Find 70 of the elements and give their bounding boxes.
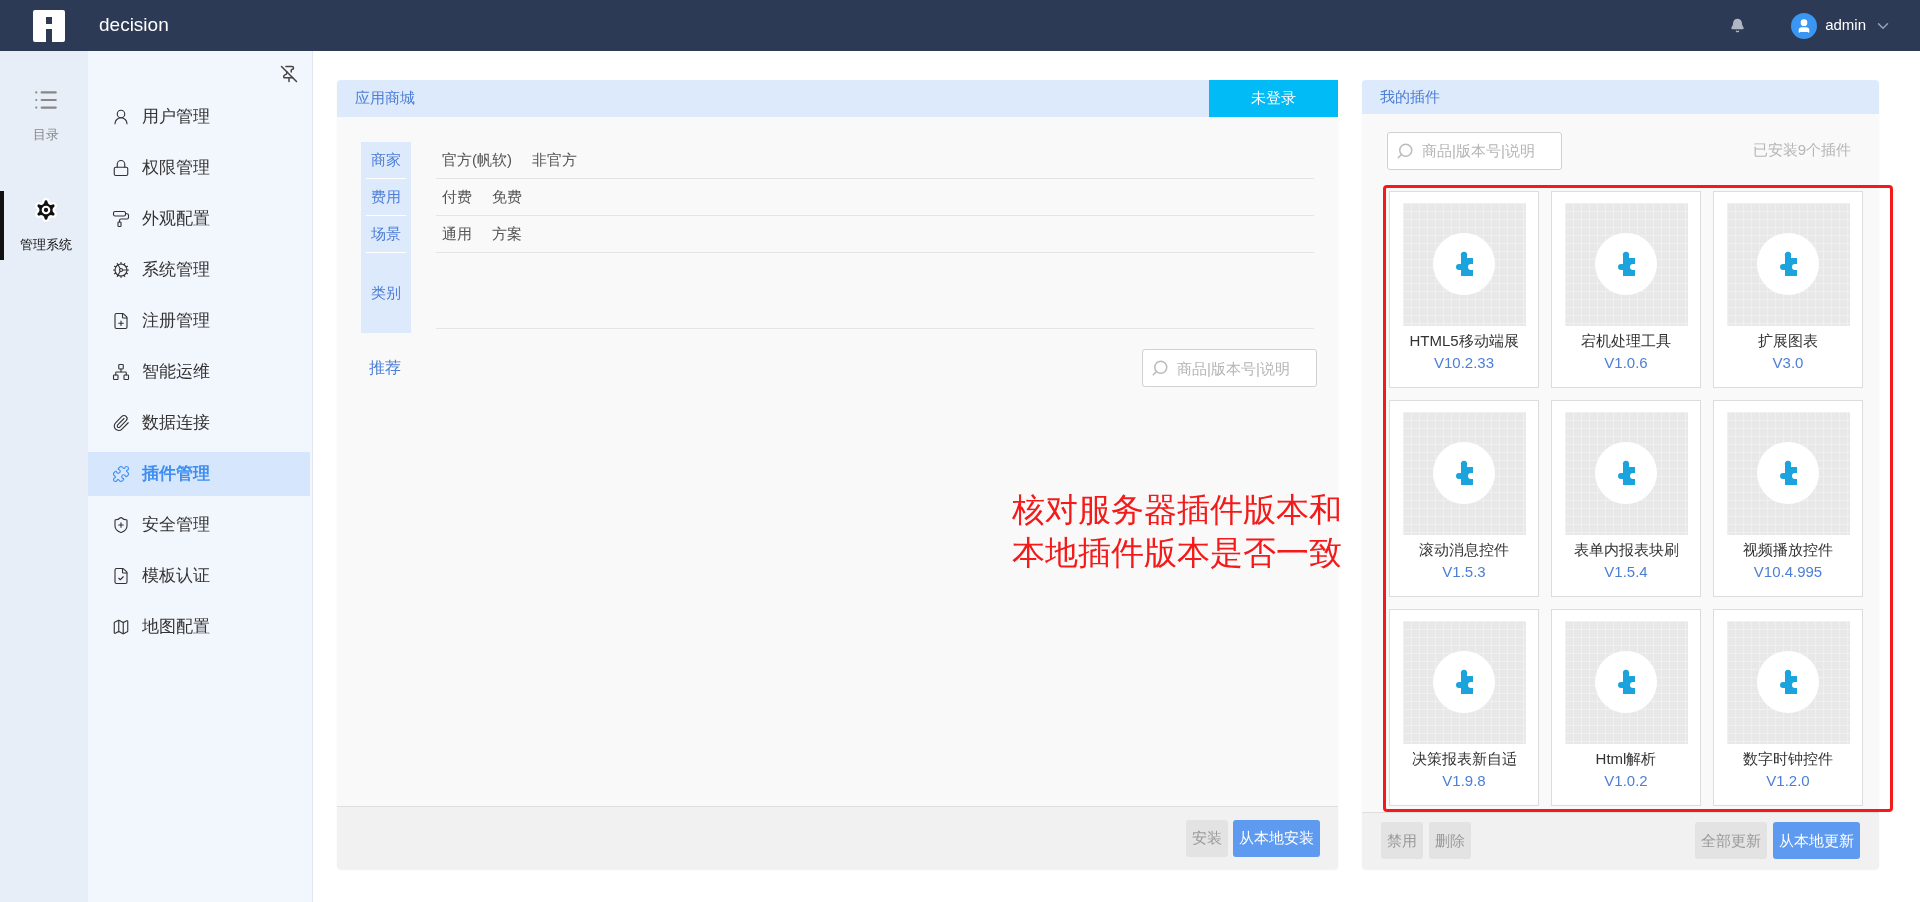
plugin-version: V1.5.4 bbox=[1604, 562, 1648, 583]
search-icon bbox=[1396, 141, 1414, 160]
plugin-version: V1.0.2 bbox=[1604, 771, 1648, 792]
plugin-name: 视频播放控件 bbox=[1743, 539, 1833, 560]
panel-title: 应用商城 bbox=[354, 88, 415, 109]
annotation-text: 核对服务器插件版本和 本地插件版本是否一致 bbox=[1012, 490, 1342, 573]
plugin-card[interactable]: 宕机处理工具 V1.0.6 bbox=[1551, 190, 1701, 388]
filter-option[interactable]: 方案 bbox=[492, 222, 522, 246]
lock-icon bbox=[112, 159, 130, 177]
plugin-card[interactable]: Html解析 V1.0.2 bbox=[1551, 608, 1701, 806]
shield-icon bbox=[112, 516, 130, 534]
document-icon bbox=[112, 567, 130, 585]
filter-option[interactable]: 通用 bbox=[442, 222, 472, 246]
menu-item[interactable]: 智能运维 bbox=[88, 350, 310, 394]
unpin-icon[interactable] bbox=[280, 65, 298, 83]
plugin-card[interactable]: 决策报表新自适 V1.9.8 bbox=[1389, 608, 1539, 806]
plugin-version: V10.4.995 bbox=[1753, 562, 1823, 583]
puzzle-icon bbox=[112, 465, 130, 483]
bell-icon[interactable] bbox=[1730, 18, 1746, 33]
paperclip-icon bbox=[112, 414, 130, 432]
filter-option[interactable]: 免费 bbox=[492, 185, 522, 209]
filter-option[interactable]: 官方(帆软) bbox=[442, 148, 512, 172]
plugin-card[interactable]: 滚动消息控件 V1.5.3 bbox=[1389, 399, 1539, 597]
installed-count: 已安装9个插件 bbox=[1752, 140, 1851, 161]
plugin-card[interactable]: HTML5移动端展 V10.2.33 bbox=[1389, 190, 1539, 388]
plugin-card[interactable]: 表单内报表块刷 V1.5.4 bbox=[1551, 399, 1701, 597]
plugin-version: V1.0.6 bbox=[1604, 353, 1648, 374]
plugin-card[interactable]: 扩展图表 V3.0 bbox=[1713, 190, 1863, 388]
plugin-version: V1.5.3 bbox=[1442, 562, 1486, 583]
menu-item[interactable]: 权限管理 bbox=[88, 146, 310, 190]
plugin-version: V1.9.8 bbox=[1442, 771, 1486, 792]
menu-item[interactable]: 用户管理 bbox=[88, 95, 310, 139]
gear-icon bbox=[33, 196, 59, 223]
recommend-tab[interactable]: 推荐 bbox=[369, 356, 401, 380]
network-icon bbox=[112, 363, 130, 381]
search-field[interactable]: 商品|版本号|说明 bbox=[1387, 131, 1562, 170]
form-plus-icon bbox=[112, 312, 130, 330]
plugin-name: Html解析 bbox=[1595, 748, 1657, 769]
user-icon bbox=[112, 108, 130, 126]
plugin-name: 数字时钟控件 bbox=[1743, 748, 1833, 769]
menu-item[interactable]: 注册管理 bbox=[88, 299, 310, 343]
plugin-name: 扩展图表 bbox=[1758, 330, 1818, 351]
panel-title: 我的插件 bbox=[1379, 86, 1440, 107]
plugin-version: V3.0 bbox=[1772, 353, 1804, 374]
app-name: decision bbox=[99, 13, 169, 38]
plugin-name: 滚动消息控件 bbox=[1419, 539, 1509, 560]
plugin-card[interactable]: 视频播放控件 V10.4.995 bbox=[1713, 399, 1863, 597]
menu-item[interactable]: 安全管理 bbox=[88, 503, 310, 547]
menu-item[interactable]: 模板认证 bbox=[88, 554, 310, 598]
avatar-icon[interactable] bbox=[1791, 12, 1818, 39]
plugin-version: V10.2.33 bbox=[1433, 353, 1495, 374]
paint-roller-icon bbox=[112, 210, 130, 228]
plugin-card[interactable]: 数字时钟控件 V1.2.0 bbox=[1713, 608, 1863, 806]
menu-item[interactable]: 地图配置 bbox=[88, 605, 310, 649]
search-icon bbox=[1151, 359, 1169, 377]
filter-option[interactable]: 付费 bbox=[442, 185, 472, 209]
plugin-name: 表单内报表块刷 bbox=[1573, 539, 1679, 560]
search-field[interactable]: 商品|版本号|说明 bbox=[1142, 349, 1317, 387]
menu-item[interactable]: 外观配置 bbox=[88, 197, 310, 241]
gear-icon bbox=[112, 261, 130, 279]
filter-option[interactable]: 非官方 bbox=[532, 148, 577, 172]
plugin-version: V1.2.0 bbox=[1766, 771, 1810, 792]
menu-item[interactable]: 数据连接 bbox=[88, 401, 310, 445]
plugin-name: 宕机处理工具 bbox=[1581, 330, 1671, 351]
menu-item[interactable]: 系统管理 bbox=[88, 248, 310, 292]
logo-icon bbox=[32, 8, 66, 43]
plugin-name: 决策报表新自适 bbox=[1411, 748, 1517, 769]
user-name[interactable]: admin bbox=[1825, 14, 1866, 37]
map-icon bbox=[112, 618, 130, 636]
plugin-name: HTML5移动端展 bbox=[1409, 330, 1519, 351]
